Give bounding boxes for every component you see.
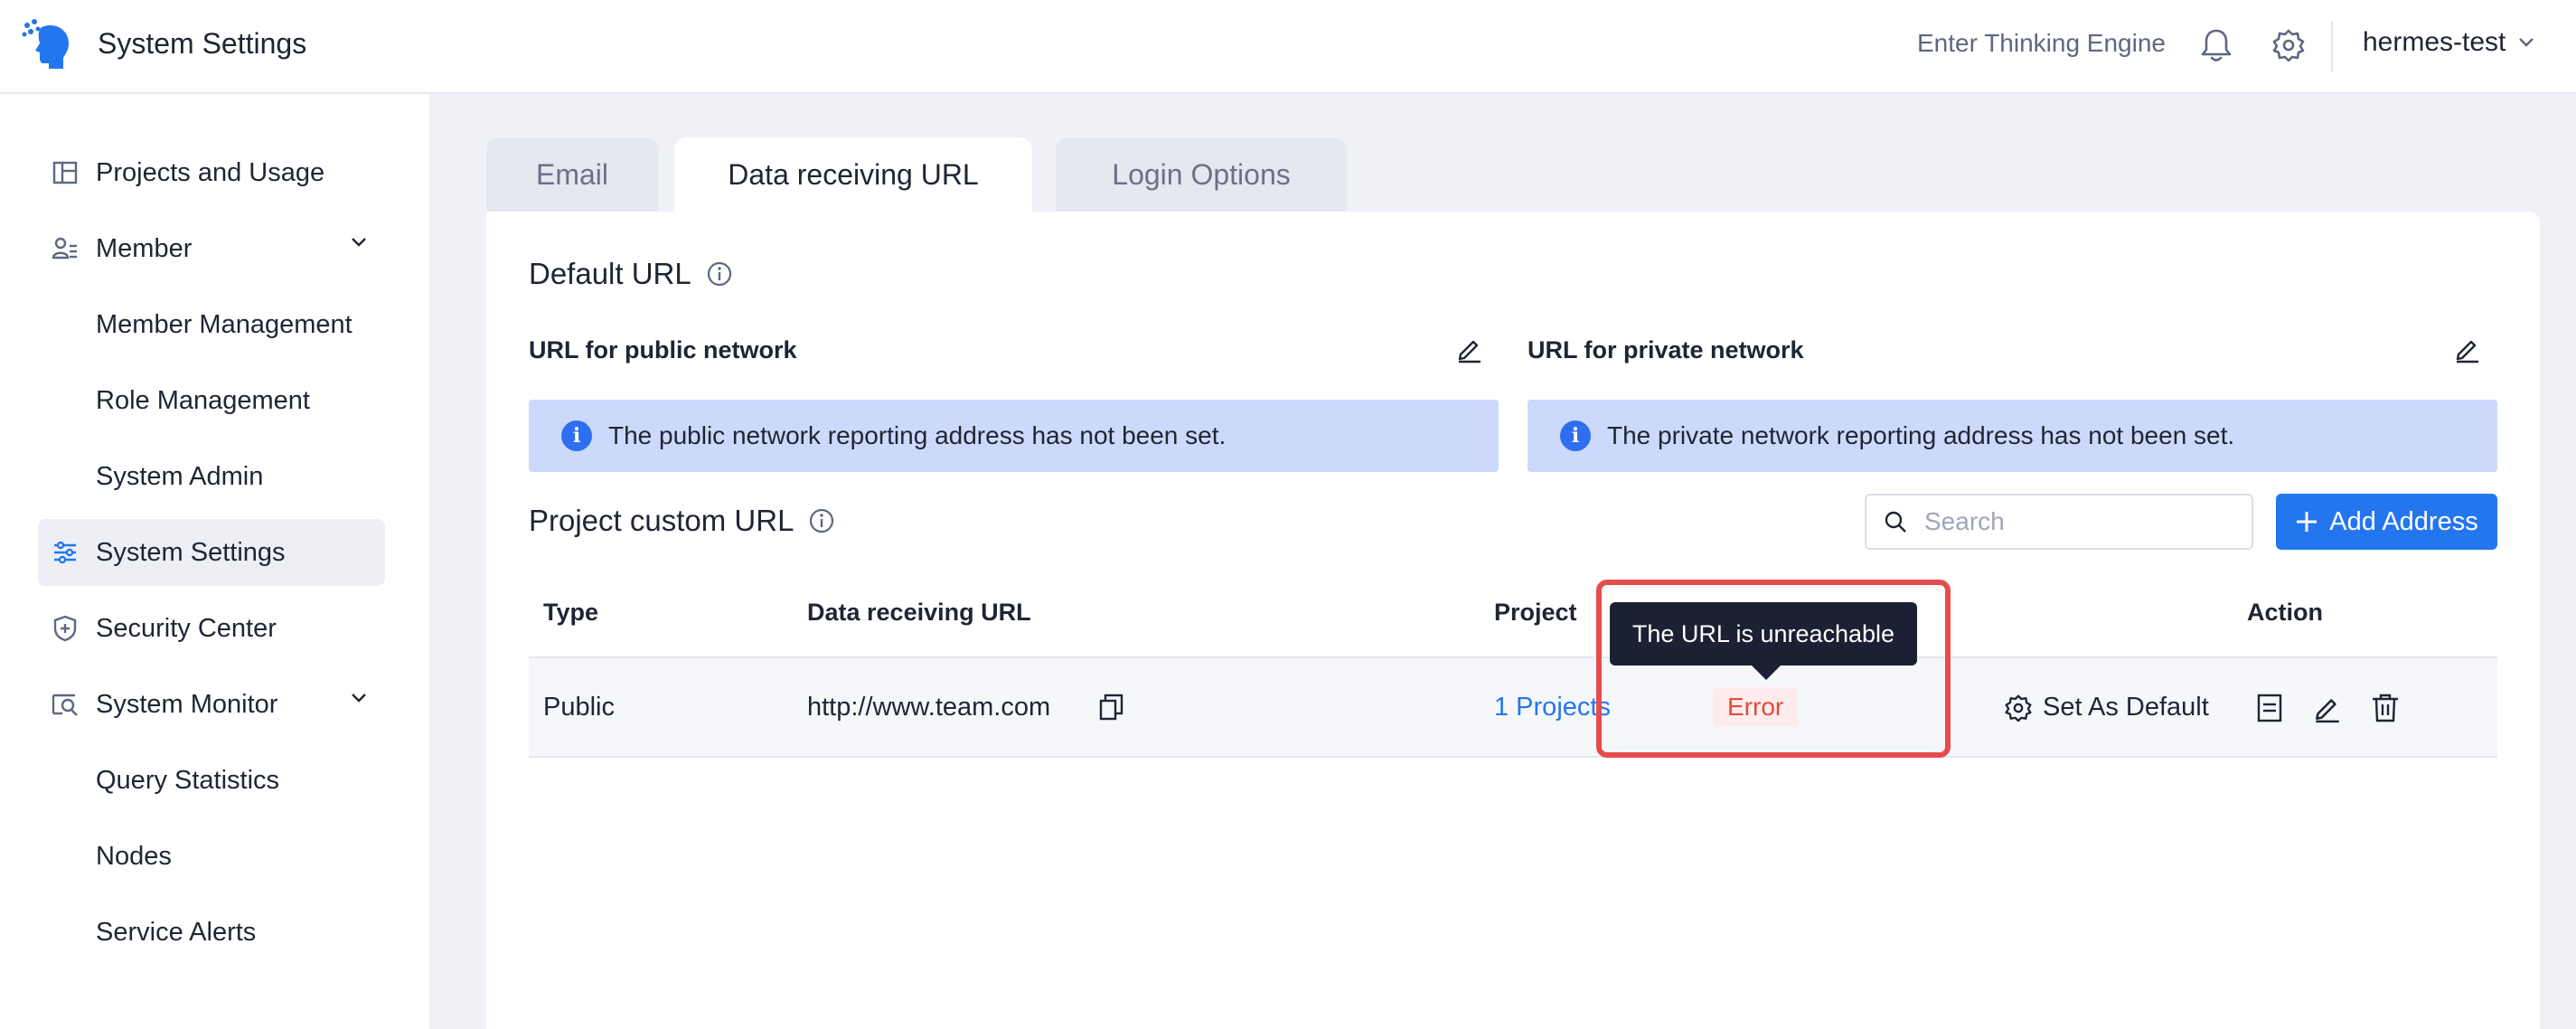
gear-icon[interactable]: [2269, 25, 2308, 65]
info-circle-icon[interactable]: [706, 260, 733, 288]
sidebar-item-service-alerts[interactable]: Service Alerts: [38, 899, 385, 966]
add-address-button[interactable]: Add Address: [2276, 494, 2497, 550]
tab-label: Login Options: [1112, 157, 1291, 191]
sidebar-item-label: Member: [96, 233, 193, 263]
row-url: http://www.team.com: [807, 693, 1051, 722]
user-name: hermes-test: [2363, 27, 2506, 57]
sidebar-item-label: Query Statistics: [96, 765, 280, 795]
enter-thinking-engine-link[interactable]: Enter Thinking Engine: [1917, 29, 2166, 58]
highlight-box: [1596, 580, 1951, 758]
sidebar-item-label: Member Management: [96, 309, 353, 339]
user-menu[interactable]: hermes-test: [2363, 27, 2534, 58]
search-input[interactable]: [1923, 506, 2230, 537]
layout-icon: [51, 158, 80, 187]
public-url-label: URL for public network: [529, 336, 797, 363]
sidebar-item-label: Role Management: [96, 385, 310, 415]
sidebar-item-nodes[interactable]: Nodes: [38, 823, 385, 890]
tab-data-receiving-url[interactable]: Data receiving URL: [674, 137, 1032, 212]
column-header-url: Data receiving URL: [807, 599, 1031, 626]
search-box[interactable]: [1865, 494, 2253, 550]
sidebar-item-label: Projects and Usage: [96, 157, 325, 187]
row-projects-link[interactable]: 1 Projects: [1494, 693, 1611, 722]
plus-icon: [2297, 512, 2317, 532]
sidebar: Projects and Usage Member Member Managem…: [0, 94, 429, 1029]
column-header-type: Type: [543, 599, 599, 626]
public-url-alert: i The public network reporting address h…: [529, 400, 1499, 472]
column-header-action: Action: [2247, 599, 2323, 626]
gear-icon: [2005, 694, 2032, 722]
sidebar-item-role-management[interactable]: Role Management: [38, 367, 385, 434]
section-title-text: Project custom URL: [529, 504, 794, 537]
edit-icon[interactable]: [1455, 335, 1484, 363]
chevron-down-icon: [352, 238, 366, 247]
edit-icon[interactable]: [2453, 335, 2482, 363]
copy-icon[interactable]: [1097, 693, 1126, 722]
row-type: Public: [543, 693, 615, 722]
button-label: Add Address: [2329, 506, 2478, 536]
button-label: Set As Default: [2043, 693, 2209, 722]
sidebar-item-security-center[interactable]: Security Center: [38, 595, 385, 662]
info-filled-icon: i: [1560, 420, 1591, 451]
sidebar-item-label: System Monitor: [96, 689, 278, 719]
tab-login-options[interactable]: Login Options: [1056, 137, 1347, 212]
sidebar-item-label: System Admin: [96, 461, 264, 491]
sidebar-item-system-settings[interactable]: System Settings: [38, 519, 385, 586]
tab-email[interactable]: Email: [486, 137, 658, 212]
chevron-down-icon: [2519, 38, 2534, 47]
sidebar-item-system-admin[interactable]: System Admin: [38, 443, 385, 510]
sidebar-item-projects-and-usage[interactable]: Projects and Usage: [38, 139, 385, 206]
sidebar-item-label: Security Center: [96, 613, 277, 643]
info-circle-icon[interactable]: [808, 507, 835, 534]
sidebar-item-system-monitor[interactable]: System Monitor: [38, 671, 385, 738]
chevron-down-icon: [352, 694, 366, 703]
section-title-text: Default URL: [529, 257, 691, 290]
sidebar-item-label: Nodes: [96, 841, 172, 871]
sidebar-item-member-management[interactable]: Member Management: [38, 291, 385, 358]
sidebar-item-label: Service Alerts: [96, 917, 257, 947]
set-as-default-button[interactable]: Set As Default: [2005, 693, 2209, 722]
alert-text: The public network reporting address has…: [608, 421, 1227, 449]
sidebar-item-label: System Settings: [96, 537, 286, 567]
monitor-search-icon: [51, 690, 80, 719]
top-header: System Settings Enter Thinking Engine he…: [0, 0, 2576, 94]
trash-icon[interactable]: [2370, 693, 2401, 723]
header-divider: [2331, 22, 2333, 72]
logo-icon: [22, 19, 69, 69]
app-title: System Settings: [98, 27, 307, 60]
shield-icon: [51, 614, 80, 643]
sidebar-item-member[interactable]: Member: [38, 215, 385, 282]
column-header-project: Project: [1494, 599, 1577, 626]
info-filled-icon: i: [561, 420, 592, 451]
private-url-alert: i The private network reporting address …: [1528, 400, 2497, 472]
bell-icon[interactable]: [2196, 25, 2236, 65]
sliders-icon: [51, 538, 80, 567]
search-icon: [1885, 511, 1906, 533]
edit-icon[interactable]: [2312, 693, 2343, 723]
default-url-title: Default URL: [529, 257, 733, 291]
alert-text: The private network reporting address ha…: [1607, 421, 2235, 449]
members-icon: [51, 234, 80, 263]
sidebar-item-query-statistics[interactable]: Query Statistics: [38, 747, 385, 814]
private-url-label: URL for private network: [1528, 336, 1804, 363]
tab-label: Data receiving URL: [728, 157, 979, 191]
detail-icon[interactable]: [2254, 693, 2285, 723]
tab-label: Email: [535, 157, 608, 191]
project-custom-url-title: Project custom URL: [529, 504, 835, 538]
